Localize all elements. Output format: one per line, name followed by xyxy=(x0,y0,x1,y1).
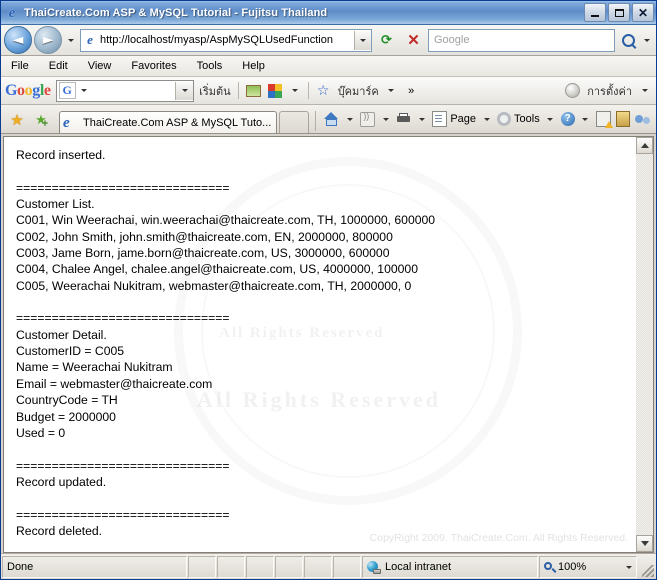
page-scrollbar[interactable] xyxy=(636,136,654,553)
menu-view[interactable]: View xyxy=(86,59,114,73)
menu-help[interactable]: Help xyxy=(240,59,267,73)
menu-edit[interactable]: Edit xyxy=(47,59,70,73)
security-zone[interactable]: Local intranet xyxy=(362,556,538,578)
status-cell-5 xyxy=(304,556,332,578)
print-button[interactable] xyxy=(394,108,413,130)
google-search-type-dropdown-icon[interactable] xyxy=(77,82,92,100)
window-controls: ✕ xyxy=(584,3,654,22)
search-provider-dropdown-icon[interactable] xyxy=(641,29,653,52)
browser-tab[interactable]: e ThaiCreate.Com ASP & MySQL Tuto... xyxy=(59,111,278,133)
page-viewport: All Rights Reserved All Rights Reserved … xyxy=(3,136,636,553)
search-input[interactable]: Google xyxy=(429,34,614,46)
status-cell-4 xyxy=(275,556,303,578)
google-logo: Google xyxy=(5,81,51,99)
google-start-button[interactable]: เริ่มต้น xyxy=(197,82,233,100)
zone-globe-icon xyxy=(367,560,381,574)
status-cell-1 xyxy=(188,556,216,578)
forward-button[interactable]: ► xyxy=(34,26,62,54)
status-cell-2 xyxy=(217,556,245,578)
window-title: ThaiCreate.Com ASP & MySQL Tutorial - Fu… xyxy=(24,6,328,19)
new-tab-button[interactable] xyxy=(279,111,310,133)
help-menu-dropdown-icon[interactable] xyxy=(578,110,593,128)
zoom-dropdown-icon[interactable] xyxy=(626,565,632,569)
url-bar[interactable]: e http://localhost/myasp/AspMySQLUsedFun… xyxy=(80,28,372,52)
url-text: http://localhost/myasp/AspMySQLUsedFunct… xyxy=(100,34,333,46)
tab-title: ThaiCreate.Com ASP & MySQL Tuto... xyxy=(83,116,272,129)
search-box[interactable]: Google xyxy=(428,28,615,52)
title-bar: e ThaiCreate.Com ASP & MySQL Tutorial - … xyxy=(1,1,656,25)
tab-bar: ★ ★ e ThaiCreate.Com ASP & MySQL Tuto...… xyxy=(1,105,656,134)
google-bookmarks-dropdown-icon[interactable] xyxy=(384,82,399,100)
resize-grip[interactable] xyxy=(638,556,656,578)
status-cell-3 xyxy=(246,556,274,578)
photo-icon[interactable] xyxy=(244,81,263,100)
page-favicon-icon: e xyxy=(87,32,93,47)
page-menu-button[interactable]: Page xyxy=(430,108,478,130)
page-body-text: Record inserted. =======================… xyxy=(16,148,436,538)
settings-circle-icon[interactable] xyxy=(563,81,582,100)
help-menu-button[interactable]: ? xyxy=(559,108,577,130)
address-bar: ◄ ► e http://localhost/myasp/AspMySQLUse… xyxy=(1,25,656,56)
tab-bar-divider xyxy=(315,111,317,131)
google-toolbar: Google G เริ่มต้น ☆ บุ๊คมาร์ค » การตั้งค… xyxy=(1,77,656,105)
scroll-down-button[interactable] xyxy=(636,535,653,552)
tools-menu-dropdown-icon[interactable] xyxy=(543,110,558,128)
menu-favorites[interactable]: Favorites xyxy=(129,59,178,73)
toolbar-extra-button[interactable] xyxy=(614,108,632,130)
menu-bar: File Edit View Favorites Tools Help xyxy=(1,56,656,77)
more-chevrons-icon[interactable]: » xyxy=(402,81,421,100)
zoom-level-label: 100% xyxy=(558,561,587,573)
google-g-icon: G xyxy=(58,82,76,99)
browser-window: e ThaiCreate.Com ASP & MySQL Tutorial - … xyxy=(0,0,657,580)
research-button[interactable] xyxy=(594,108,613,130)
home-dropdown-icon[interactable] xyxy=(342,110,357,128)
refresh-button[interactable]: ⟳ xyxy=(374,28,399,53)
toolbar-divider-2 xyxy=(307,82,309,99)
feeds-button[interactable] xyxy=(358,108,377,130)
bookmark-star-icon[interactable]: ☆ xyxy=(314,81,333,100)
google-apps-dropdown-icon[interactable] xyxy=(288,82,303,100)
command-bar: Page Tools ? xyxy=(322,108,651,133)
google-apps-icon[interactable] xyxy=(266,81,285,100)
scroll-up-button[interactable] xyxy=(636,137,653,154)
status-cell-6 xyxy=(333,556,361,578)
menu-tools[interactable]: Tools xyxy=(195,59,225,73)
close-button[interactable]: ✕ xyxy=(632,3,654,22)
status-text: Done xyxy=(2,556,187,578)
google-bookmarks-button[interactable]: บุ๊คมาร์ค xyxy=(336,82,381,100)
google-settings-dropdown-icon[interactable] xyxy=(637,82,652,100)
content-area: All Rights Reserved All Rights Reserved … xyxy=(1,134,656,553)
feeds-dropdown-icon[interactable] xyxy=(378,110,393,128)
maximize-button[interactable] xyxy=(608,3,630,22)
zoom-magnifier-icon xyxy=(544,561,555,573)
minimize-button[interactable] xyxy=(584,3,606,22)
google-search-history-dropdown-icon[interactable] xyxy=(175,81,194,100)
add-to-favorites-icon[interactable]: ★ xyxy=(29,107,53,133)
google-search-input[interactable]: G xyxy=(55,79,195,102)
status-bar: Done Local intranet 100% xyxy=(1,553,656,579)
print-dropdown-icon[interactable] xyxy=(414,110,429,128)
zoom-control[interactable]: 100% xyxy=(539,556,637,578)
scrollbar-track[interactable] xyxy=(636,154,653,535)
stop-button[interactable]: ✕ xyxy=(401,28,426,53)
toolbar-divider-1 xyxy=(237,82,239,99)
tools-menu-button[interactable]: Tools xyxy=(495,108,542,130)
page-menu-label: Page xyxy=(450,113,477,125)
tab-favicon-icon: e xyxy=(63,114,70,131)
favorites-center-icon[interactable]: ★ xyxy=(5,107,29,133)
menu-file[interactable]: File xyxy=(9,59,31,73)
home-button[interactable] xyxy=(322,108,341,130)
ie-logo-icon: e xyxy=(8,4,16,21)
back-button[interactable]: ◄ xyxy=(4,26,32,54)
zone-label: Local intranet xyxy=(385,561,452,573)
recent-pages-dropdown[interactable] xyxy=(64,30,77,50)
messenger-button[interactable] xyxy=(633,108,652,130)
url-history-dropdown-icon[interactable] xyxy=(354,30,371,50)
page-menu-dropdown-icon[interactable] xyxy=(479,110,494,128)
search-go-icon[interactable] xyxy=(617,29,639,52)
tools-menu-label: Tools xyxy=(514,113,540,125)
google-settings-button[interactable]: การตั้งค่า xyxy=(585,82,634,100)
